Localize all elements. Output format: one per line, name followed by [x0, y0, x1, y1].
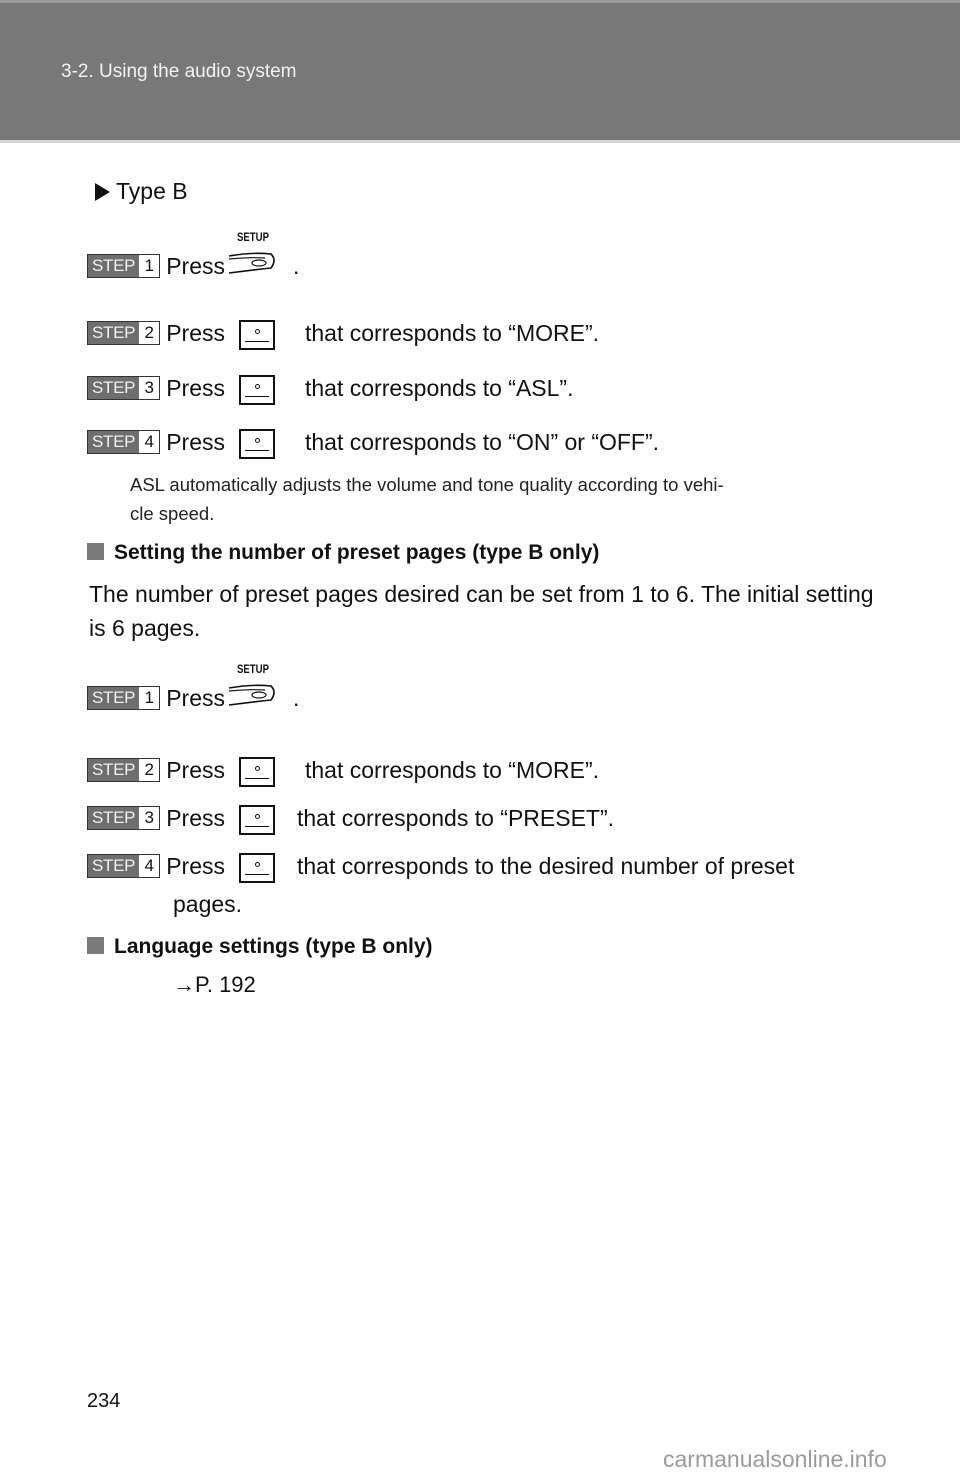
preset-button-icon [239, 805, 275, 835]
page-reference-link[interactable]: →P. 192 [173, 972, 256, 998]
watermark: carmanualsonline.info [663, 1446, 887, 1472]
square-bullet-icon [87, 543, 104, 560]
step-badge: STEP 1 [87, 254, 161, 278]
preset-step-2: STEP 2 Press that corresponds to “MORE”. [87, 757, 599, 787]
step-badge: STEP 3 [87, 806, 161, 830]
preset-button-icon [239, 320, 275, 350]
preset-step-3: STEP 3 Press that corresponds to “PRESET”… [87, 805, 614, 835]
step-badge: STEP 2 [87, 758, 161, 782]
type-label: Type B [116, 178, 188, 204]
step-badge: STEP 2 [87, 321, 161, 345]
preset-step-4-continuation: pages. [173, 891, 243, 917]
asl-step-3: STEP 3 Press that corresponds to “ASL”. [87, 375, 573, 405]
section-title: 3-2. Using the audio system [61, 61, 297, 82]
preset-button-icon [239, 429, 275, 459]
square-bullet-icon [87, 937, 104, 954]
asl-step-2: STEP 2 Press that corresponds to “MORE”. [87, 320, 599, 350]
setup-button-icon: SETUP [227, 662, 279, 706]
step-badge: STEP 3 [87, 376, 161, 400]
step-badge: STEP 4 [87, 854, 161, 878]
step-badge: STEP 1 [87, 686, 161, 710]
setup-button-icon: SETUP [227, 230, 279, 274]
preset-step-4: STEP 4 Press that corresponds to the desi… [87, 853, 794, 883]
page-number: 234 [87, 1390, 121, 1412]
preset-button-icon [239, 853, 275, 883]
type-label-row: Type B [95, 178, 188, 205]
asl-step-1: STEP 1 Press SETUP . [87, 230, 299, 279]
asl-step-4: STEP 4 Press that corresponds to “ON” or … [87, 429, 659, 459]
section-heading-language: Language settings (type B only) [87, 935, 433, 959]
asl-note: ASL automatically adjusts the volume and… [130, 474, 724, 524]
preset-step-1: STEP 1 Press SETUP . [87, 662, 299, 711]
preset-button-icon [239, 375, 275, 405]
step-badge: STEP 4 [87, 430, 161, 454]
preset-button-icon [239, 757, 275, 787]
preset-description: The number of preset pages desired can b… [89, 581, 874, 641]
section-heading-preset-pages: Setting the number of preset pages (type… [87, 541, 599, 565]
triangle-bullet-icon [95, 183, 110, 201]
page-header: 3-2. Using the audio system [0, 0, 960, 143]
